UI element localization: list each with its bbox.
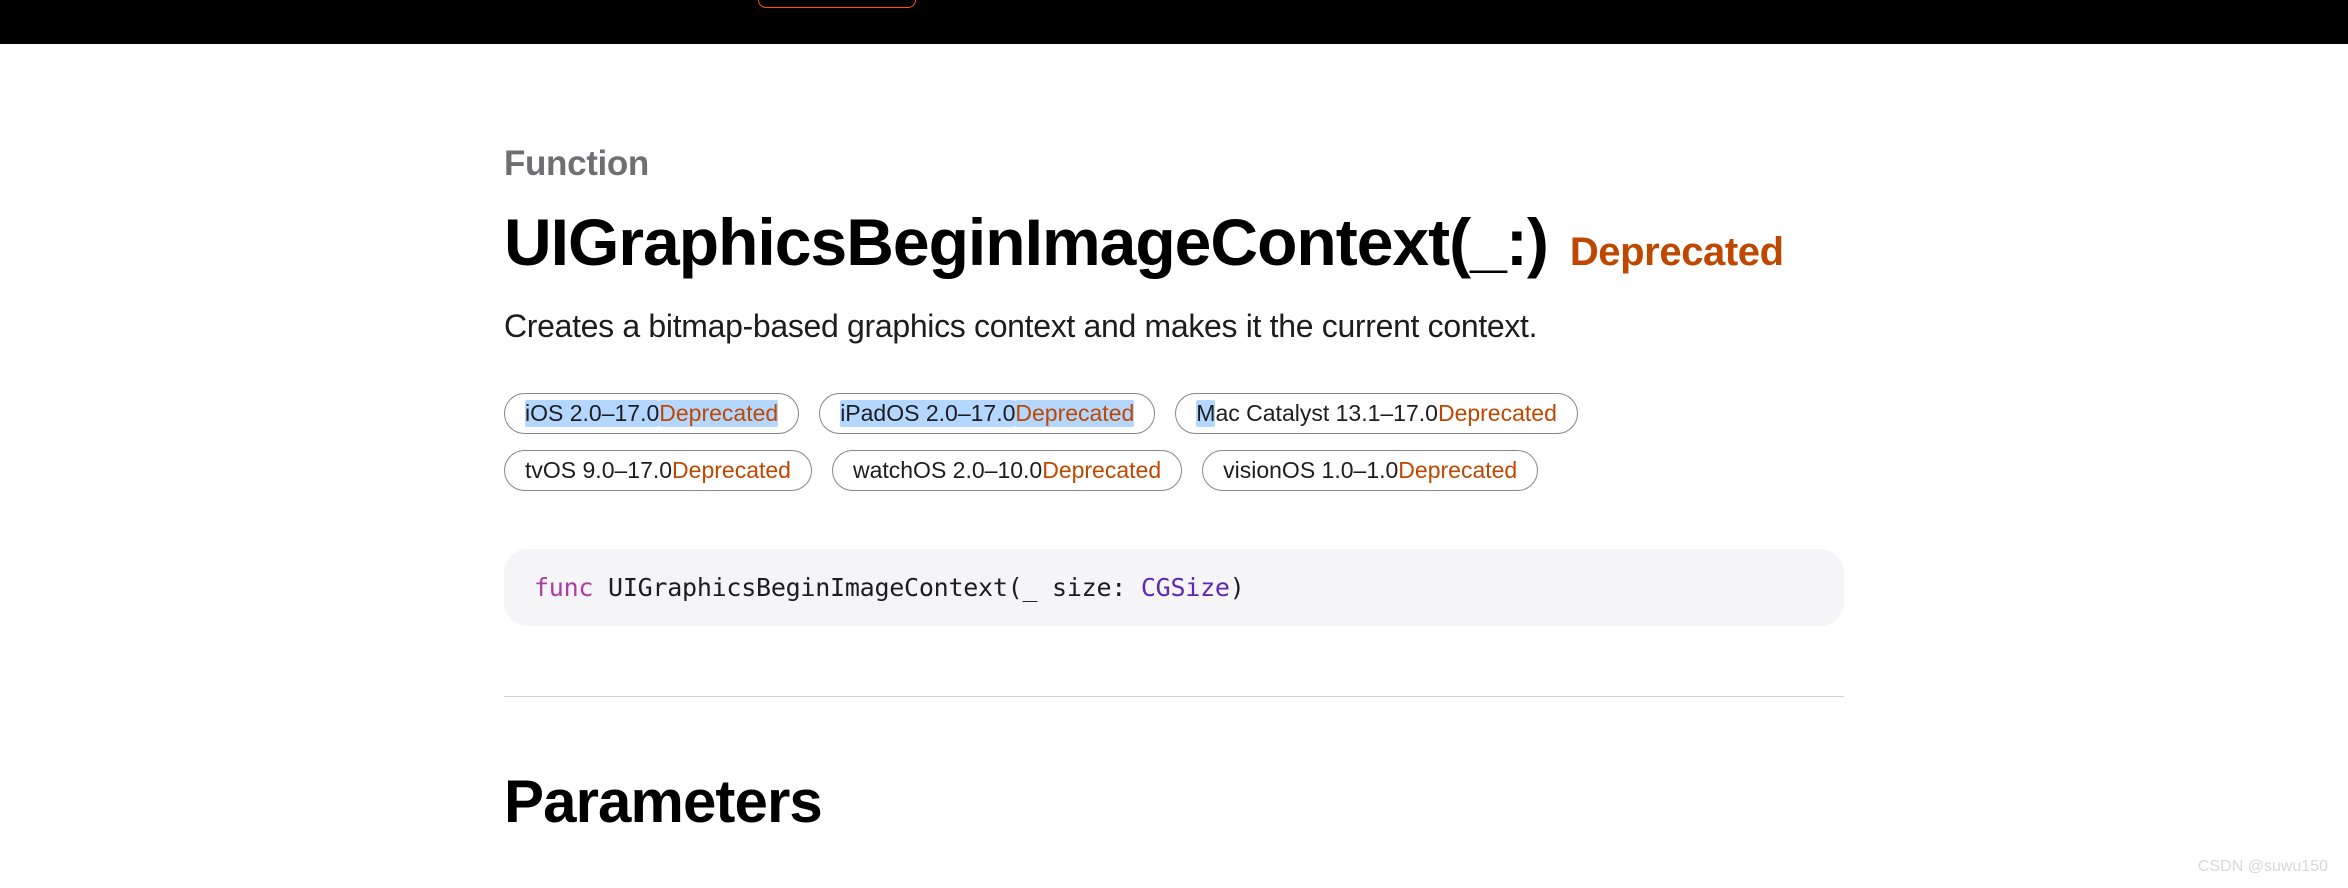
declaration-code: func UIGraphicsBeginImageContext(_ size:… [504,549,1844,626]
availability-pills: iOS 2.0–17.0 Deprecated iPadOS 2.0–17.0 … [504,393,1844,491]
availability-pill: watchOS 2.0–10.0 Deprecated [832,450,1182,491]
availability-pill: Mac Catalyst 13.1–17.0 Deprecated [1175,393,1578,434]
title-row: UIGraphicsBeginImageContext(_:) Deprecat… [504,204,1844,280]
parameters-heading: Parameters [504,767,1844,836]
content-area: Function UIGraphicsBeginImageContext(_:)… [244,44,2104,836]
top-bar [0,0,2348,44]
code-tail: ) [1230,573,1245,602]
deprecated-badge: Deprecated [1570,230,1784,275]
watermark: CSDN @suwu150 [2198,858,2328,876]
availability-pill: iOS 2.0–17.0 Deprecated [504,393,799,434]
availability-pill: iPadOS 2.0–17.0 Deprecated [819,393,1155,434]
code-name: UIGraphicsBeginImageContext(_ size: [593,573,1141,602]
section-divider [504,696,1844,697]
code-type: CGSize [1141,573,1230,602]
description: Creates a bitmap-based graphics context … [504,308,1844,345]
eyebrow-label: Function [504,144,1844,184]
availability-pill: visionOS 1.0–1.0 Deprecated [1202,450,1538,491]
availability-pill: tvOS 9.0–17.0 Deprecated [504,450,812,491]
top-bar-outline [758,0,916,8]
code-keyword: func [534,573,593,602]
page-title: UIGraphicsBeginImageContext(_:) [504,204,1548,280]
